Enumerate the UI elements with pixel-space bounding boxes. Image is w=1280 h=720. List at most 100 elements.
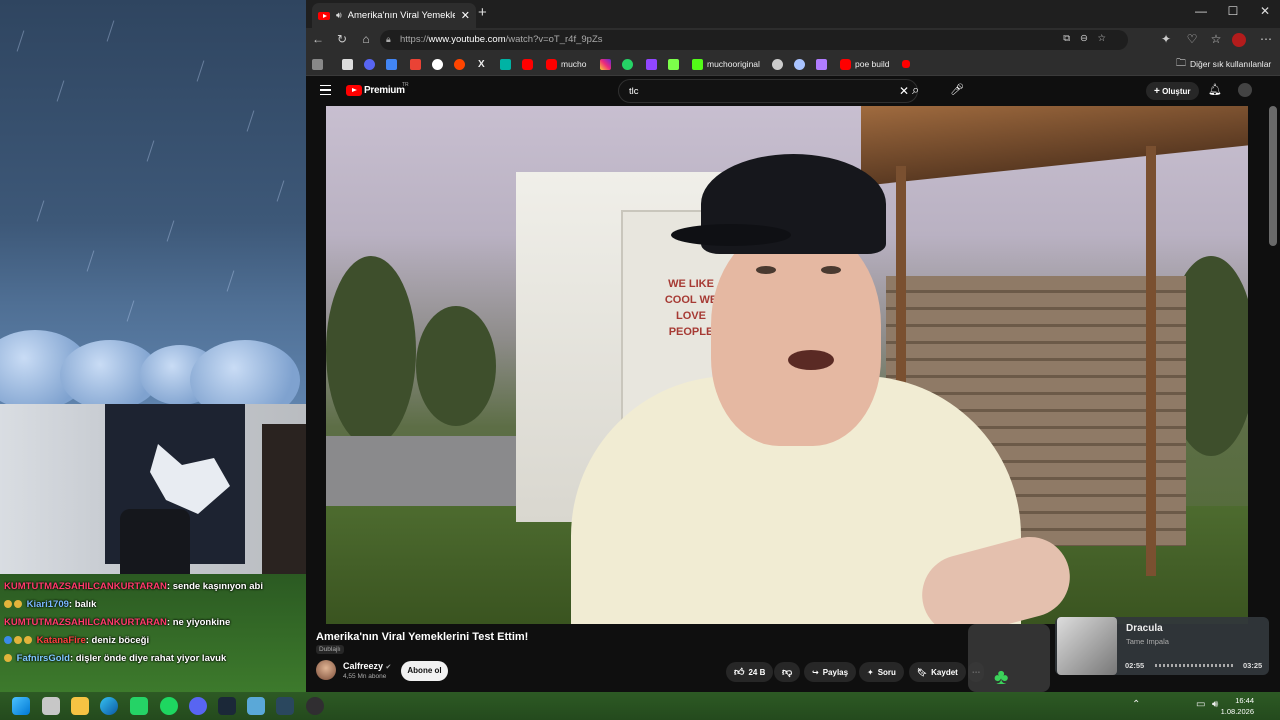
new-tab-button[interactable]: + bbox=[478, 4, 487, 21]
obs-icon[interactable] bbox=[306, 697, 324, 715]
bookmark-app5-icon[interactable] bbox=[816, 57, 827, 71]
tree bbox=[326, 256, 416, 446]
bookmark-poe-build[interactable]: poe build bbox=[840, 57, 890, 71]
youtube-logo-icon[interactable] bbox=[346, 85, 362, 96]
refresh-icon[interactable]: ↻ bbox=[332, 32, 352, 46]
widgets-icon[interactable] bbox=[42, 697, 60, 715]
search-input[interactable]: tlc ✕ bbox=[618, 79, 918, 103]
steam-icon[interactable] bbox=[276, 697, 294, 715]
system-clock[interactable]: 16:44 1.08.2026 bbox=[1221, 695, 1254, 717]
sub-badge-icon bbox=[14, 600, 22, 608]
clear-search-icon[interactable]: ✕ bbox=[899, 84, 909, 98]
like-button[interactable]: 👍︎ 24 B bbox=[726, 662, 774, 682]
bookmark-reddit-icon[interactable] bbox=[454, 57, 465, 71]
bookmark-app2-icon[interactable] bbox=[668, 57, 679, 71]
browser-window: 🔊︎ Amerika'nın Viral Yemeklerini ✕ + — ☐… bbox=[306, 0, 1280, 692]
bookmark-x-icon[interactable]: X bbox=[478, 57, 485, 71]
channel-name[interactable]: Calfreezy ✔ bbox=[343, 661, 391, 671]
chat-message: FafnirsGold: dişler önde diye rahat yiyo… bbox=[4, 650, 302, 668]
tab-youtube[interactable]: 🔊︎ Amerika'nın Viral Yemeklerini ✕ bbox=[312, 3, 476, 28]
kick-icon bbox=[692, 58, 703, 70]
bookmark-icon[interactable] bbox=[342, 57, 353, 71]
bookmark-whatsapp-icon[interactable] bbox=[622, 57, 633, 71]
clover-icon: ♣ bbox=[994, 664, 1009, 689]
total-time: 03:25 bbox=[1243, 661, 1263, 670]
bookmark-twitch-icon[interactable] bbox=[646, 57, 657, 71]
whatsapp-icon[interactable] bbox=[130, 697, 148, 715]
tab-strip: 🔊︎ Amerika'nın Viral Yemeklerini ✕ + — ☐… bbox=[306, 0, 1280, 28]
bookmark-translate-icon[interactable] bbox=[386, 57, 397, 71]
now-playing-widget: Dracula Tame Impala 02:55 03:25 bbox=[1055, 617, 1269, 675]
presenter-face bbox=[711, 226, 881, 446]
account-avatar[interactable] bbox=[1238, 83, 1252, 97]
dislike-button[interactable]: 👎︎ bbox=[774, 662, 801, 682]
bookmark-gamepad-icon[interactable] bbox=[312, 57, 323, 71]
spotify-icon[interactable] bbox=[160, 697, 178, 715]
tray-chevron-icon[interactable]: ⌃ bbox=[1132, 699, 1140, 710]
steam-icon[interactable] bbox=[218, 697, 236, 715]
extensions-icon[interactable]: ✦ bbox=[1156, 32, 1176, 46]
shed-post bbox=[1146, 146, 1156, 576]
discord-icon[interactable] bbox=[189, 697, 207, 715]
favorites-icon[interactable]: ☆ bbox=[1206, 32, 1226, 46]
menu-icon[interactable] bbox=[320, 85, 331, 95]
edge-icon[interactable] bbox=[100, 697, 118, 715]
bookmark-youtube-icon[interactable] bbox=[522, 57, 533, 71]
create-button[interactable]: + Oluştur bbox=[1146, 82, 1199, 100]
file-explorer-icon[interactable] bbox=[71, 697, 89, 715]
mod-badge-icon bbox=[4, 636, 12, 644]
bookmark-app-icon[interactable] bbox=[500, 57, 511, 71]
volume-icon[interactable]: 🔊︎ bbox=[1212, 699, 1218, 710]
chat-message: KUMTUTMAZSAHILCANKURTARAN: sende kaşınıy… bbox=[4, 581, 263, 592]
bookmark-google-icon[interactable] bbox=[432, 57, 443, 71]
home-icon[interactable]: ⌂ bbox=[356, 32, 376, 46]
channel-avatar[interactable] bbox=[316, 660, 336, 680]
video-player[interactable]: WE LIKE COOL WE LOVE PEOPLE bbox=[326, 106, 1248, 624]
ask-button[interactable]: ✦ Soru bbox=[859, 662, 904, 682]
zoom-icon[interactable]: ⊖ bbox=[1080, 33, 1088, 44]
more-menu-icon[interactable]: ⋯ bbox=[1256, 32, 1276, 46]
split-screen-icon[interactable]: ⧉ bbox=[1063, 33, 1070, 44]
bookmark-instagram-icon[interactable] bbox=[600, 57, 611, 71]
notifications-icon[interactable]: 🔔︎ bbox=[1208, 83, 1222, 96]
network-icon[interactable]: ▭ bbox=[1196, 699, 1205, 710]
address-bar-row: ← ↻ ⌂ 🔒︎ https://www.youtube.com/watch?v… bbox=[306, 28, 1280, 52]
youtube-favicon-icon bbox=[318, 11, 330, 20]
save-button[interactable]: 🔖︎ Kaydet bbox=[909, 662, 966, 682]
back-icon[interactable]: ← bbox=[308, 32, 328, 46]
bookmark-youtube2-icon[interactable] bbox=[902, 57, 910, 71]
minimize-icon[interactable]: — bbox=[1186, 4, 1216, 18]
doorway bbox=[262, 424, 306, 574]
app-icon[interactable] bbox=[247, 697, 265, 715]
close-tab-icon[interactable]: ✕ bbox=[461, 9, 470, 22]
thumbs-down-icon: 👎︎ bbox=[782, 667, 793, 678]
close-window-icon[interactable]: ✕ bbox=[1250, 4, 1280, 18]
sub-badge-icon bbox=[4, 600, 12, 608]
bookmark-app4-icon[interactable] bbox=[794, 57, 805, 71]
start-windows-icon[interactable] bbox=[12, 697, 30, 715]
page-scrollbar[interactable] bbox=[1269, 106, 1277, 246]
bookmark-app3-icon[interactable] bbox=[772, 57, 783, 71]
browser-essentials-icon[interactable]: ♡ bbox=[1182, 32, 1202, 46]
premium-brand[interactable]: Premium bbox=[364, 85, 405, 96]
bookmark-gmail-icon[interactable] bbox=[410, 57, 421, 71]
verified-icon: ✔ bbox=[385, 664, 392, 671]
url-field[interactable]: 🔒︎ https://www.youtube.com/watch?v=oT_r4… bbox=[380, 30, 1128, 50]
search-icon[interactable]: ⌕ bbox=[912, 82, 919, 98]
speaker-icon[interactable]: 🔊︎ bbox=[336, 10, 342, 21]
url-host: www.youtube.com bbox=[428, 34, 506, 45]
clock-time: 16:44 bbox=[1235, 696, 1254, 705]
voice-search-icon[interactable]: 🎤︎ bbox=[950, 83, 964, 96]
profile-avatar[interactable] bbox=[1232, 33, 1246, 47]
bookmark-muchooriginal[interactable]: muchooriginal bbox=[692, 57, 760, 71]
bookmark-discord-icon[interactable] bbox=[364, 57, 375, 71]
maximize-icon[interactable]: ☐ bbox=[1218, 4, 1248, 18]
favorite-star-icon[interactable]: ☆ bbox=[1097, 33, 1106, 44]
youtube-icon bbox=[546, 58, 557, 70]
tab-title: Amerika'nın Viral Yemeklerini bbox=[347, 10, 455, 21]
other-bookmarks-folder[interactable]: 🗀︎ Diğer sık kullanılanlar bbox=[1176, 57, 1271, 71]
bookmark-mucho[interactable]: mucho bbox=[546, 57, 587, 71]
subscribe-button[interactable]: Abone ol bbox=[401, 661, 448, 681]
share-button[interactable]: ↪ Paylaş bbox=[804, 662, 857, 682]
sub-badge-icon bbox=[24, 636, 32, 644]
